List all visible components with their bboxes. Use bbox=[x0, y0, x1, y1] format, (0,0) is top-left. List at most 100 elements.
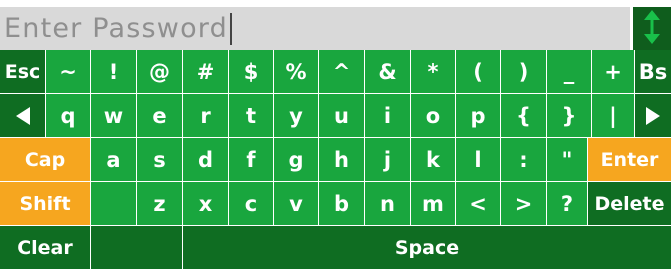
key-label: ~ bbox=[59, 59, 77, 84]
key-label: z bbox=[153, 191, 166, 216]
key-h[interactable]: h bbox=[319, 138, 364, 181]
up-down-arrows-icon bbox=[643, 9, 661, 49]
key-clear[interactable]: Clear bbox=[0, 226, 90, 269]
key-g[interactable]: g bbox=[274, 138, 318, 181]
key-a[interactable]: a bbox=[91, 138, 136, 181]
left-arrow-icon bbox=[14, 106, 32, 126]
key-tilde[interactable]: ~ bbox=[46, 50, 90, 93]
key-l[interactable]: l bbox=[456, 138, 500, 181]
password-input[interactable]: Enter Password bbox=[0, 7, 630, 50]
key-left-brace[interactable]: { bbox=[501, 94, 546, 137]
key-right-arrow[interactable] bbox=[635, 94, 671, 137]
key-label: q bbox=[60, 103, 76, 128]
key-label: * bbox=[427, 59, 439, 84]
key-less-than[interactable]: < bbox=[456, 182, 500, 225]
key-greater-than[interactable]: > bbox=[501, 182, 546, 225]
key-i[interactable]: i bbox=[365, 94, 410, 137]
key-c[interactable]: c bbox=[229, 182, 273, 225]
key-label: f bbox=[246, 147, 256, 172]
key-z[interactable]: z bbox=[137, 182, 182, 225]
key-label: + bbox=[604, 59, 622, 84]
key-label: d bbox=[197, 147, 214, 172]
key-s[interactable]: s bbox=[137, 138, 182, 181]
key-f[interactable]: f bbox=[229, 138, 273, 181]
key-label: o bbox=[425, 103, 441, 128]
key-w[interactable]: w bbox=[91, 94, 136, 137]
key-label: x bbox=[198, 191, 213, 216]
key-dollar[interactable]: $ bbox=[229, 50, 273, 93]
key-quote[interactable]: " bbox=[547, 138, 587, 181]
key-space[interactable]: Space bbox=[183, 226, 671, 269]
key-caps[interactable]: Cap bbox=[0, 138, 90, 181]
key-right-brace[interactable]: } bbox=[547, 94, 591, 137]
key-label: i bbox=[383, 103, 392, 128]
key-label: Space bbox=[394, 236, 460, 259]
key-label: > bbox=[514, 191, 533, 216]
key-label: u bbox=[334, 103, 349, 128]
key-label: Clear bbox=[17, 236, 73, 259]
key-label: b bbox=[333, 191, 350, 216]
key-underscore[interactable]: _ bbox=[547, 50, 591, 93]
key-p[interactable]: p bbox=[456, 94, 500, 137]
key-label: { bbox=[516, 103, 531, 128]
key-label: ( bbox=[473, 59, 483, 84]
key-label: Shift bbox=[19, 192, 71, 215]
key-k[interactable]: k bbox=[411, 138, 455, 181]
key-plus[interactable]: + bbox=[592, 50, 634, 93]
key-pipe[interactable]: | bbox=[592, 94, 634, 137]
key-label: < bbox=[469, 191, 487, 216]
key-r[interactable]: r bbox=[183, 94, 228, 137]
key-at[interactable]: @ bbox=[137, 50, 182, 93]
key-left-paren[interactable]: ( bbox=[456, 50, 500, 93]
right-arrow-icon bbox=[644, 106, 662, 126]
key-label: h bbox=[334, 147, 349, 172]
key-label: l bbox=[474, 147, 482, 172]
key-exclamation[interactable]: ! bbox=[91, 50, 136, 93]
key-label: k bbox=[426, 147, 440, 172]
key-label: # bbox=[196, 59, 215, 84]
key-t[interactable]: t bbox=[229, 94, 273, 137]
key-q[interactable]: q bbox=[46, 94, 90, 137]
key-ampersand[interactable]: & bbox=[365, 50, 410, 93]
keyboard-toggle-button[interactable] bbox=[633, 7, 671, 50]
key-j[interactable]: j bbox=[365, 138, 410, 181]
key-esc[interactable]: Esc bbox=[0, 50, 45, 93]
key-n[interactable]: n bbox=[365, 182, 410, 225]
key-label: Enter bbox=[600, 148, 659, 171]
key-b[interactable]: b bbox=[319, 182, 364, 225]
key-label: v bbox=[289, 191, 303, 216]
key-label: t bbox=[245, 103, 257, 128]
key-asterisk[interactable]: * bbox=[411, 50, 455, 93]
key-d[interactable]: d bbox=[183, 138, 228, 181]
key-enter[interactable]: Enter bbox=[588, 138, 671, 181]
key-e[interactable]: e bbox=[137, 94, 182, 137]
key-percent[interactable]: % bbox=[274, 50, 318, 93]
key-m[interactable]: m bbox=[411, 182, 455, 225]
key-label: j bbox=[383, 147, 392, 172]
key-right-paren[interactable]: ) bbox=[501, 50, 546, 93]
key-u[interactable]: u bbox=[319, 94, 364, 137]
key-hash[interactable]: # bbox=[183, 50, 228, 93]
key-o[interactable]: o bbox=[411, 94, 455, 137]
key-label: ^ bbox=[332, 59, 351, 84]
key-label: $ bbox=[243, 59, 259, 84]
key-shift[interactable]: Shift bbox=[0, 182, 90, 225]
key-label: ? bbox=[560, 191, 574, 216]
key-caret[interactable]: ^ bbox=[319, 50, 364, 93]
key-blank-bottom[interactable] bbox=[91, 226, 182, 269]
key-x[interactable]: x bbox=[183, 182, 228, 225]
key-backspace[interactable]: Bs bbox=[635, 50, 671, 93]
key-label: y bbox=[289, 103, 303, 128]
key-y[interactable]: y bbox=[274, 94, 318, 137]
key-delete[interactable]: Delete bbox=[588, 182, 671, 225]
key-label: w bbox=[103, 103, 124, 128]
key-label: Bs bbox=[638, 59, 668, 84]
input-bar: Enter Password bbox=[0, 0, 671, 50]
key-blank[interactable] bbox=[91, 182, 136, 225]
key-left-arrow[interactable] bbox=[0, 94, 45, 137]
key-v[interactable]: v bbox=[274, 182, 318, 225]
key-label: & bbox=[378, 59, 397, 84]
key-colon[interactable]: : bbox=[501, 138, 546, 181]
key-question[interactable]: ? bbox=[547, 182, 587, 225]
key-label: @ bbox=[149, 59, 170, 84]
